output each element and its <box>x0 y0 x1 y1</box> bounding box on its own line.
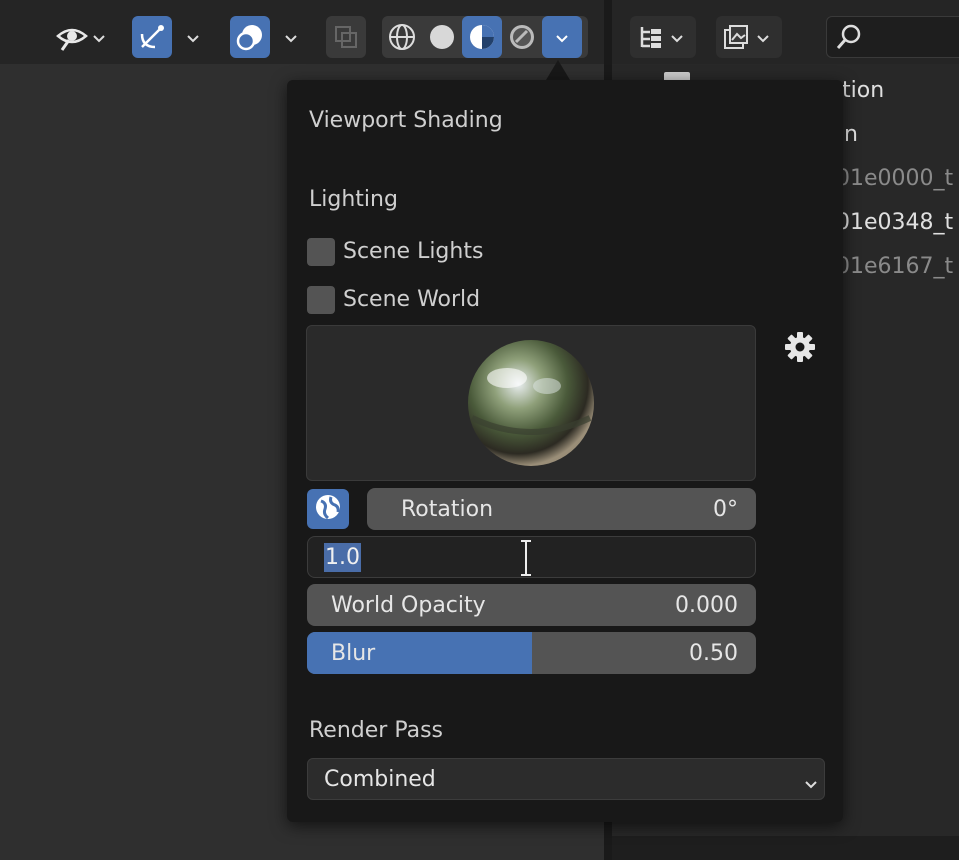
strength-input[interactable]: 1.0 <box>307 536 756 578</box>
outliner-row[interactable]: n <box>844 122 858 147</box>
search-input[interactable] <box>826 16 959 58</box>
image-filter-icon <box>716 23 756 51</box>
scene-world-checkbox[interactable] <box>307 286 335 314</box>
rotation-field[interactable]: Rotation 0° <box>367 488 756 530</box>
filter-dropdown[interactable] <box>716 16 782 58</box>
material-sphere-icon[interactable] <box>462 16 502 58</box>
render-pass-value: Combined <box>324 766 436 792</box>
outliner-row[interactable]: tion <box>842 78 884 103</box>
chevron-down-icon <box>92 30 106 44</box>
overlays-dropdown[interactable] <box>230 16 310 58</box>
world-opacity-field[interactable]: World Opacity 0.000 <box>307 584 756 626</box>
scene-lights-label[interactable]: Scene Lights <box>343 239 483 264</box>
lighting-heading: Lighting <box>309 187 398 212</box>
overlay-icon[interactable] <box>230 16 270 58</box>
chevron-down-icon <box>670 30 684 44</box>
hdri-sphere-preview <box>468 340 594 466</box>
popover-title: Viewport Shading <box>309 108 503 133</box>
render-pass-select[interactable]: Combined <box>307 758 825 800</box>
hdri-preview-selector[interactable] <box>306 325 756 481</box>
render-pass-heading: Render Pass <box>309 718 443 743</box>
shading-options-dropdown[interactable] <box>542 16 582 58</box>
xray-icon[interactable] <box>326 16 366 58</box>
outliner-display-icon <box>630 24 670 50</box>
gear-icon[interactable] <box>784 331 816 367</box>
outliner-row[interactable]: 01e0348_t <box>836 210 953 235</box>
world-opacity-label: World Opacity <box>331 592 486 618</box>
outliner-row[interactable]: 01e0000_t <box>836 166 953 191</box>
properties-header <box>612 836 959 860</box>
scene-lights-checkbox[interactable] <box>307 238 335 266</box>
chevron-down-icon <box>555 30 569 44</box>
blur-value: 0.50 <box>689 640 738 666</box>
display-mode-dropdown[interactable] <box>630 16 696 58</box>
rotation-label: Rotation <box>401 496 494 522</box>
blur-label: Blur <box>331 640 376 666</box>
xray-toggle[interactable] <box>326 16 366 58</box>
blender-window: tion n 01e0000_t 01e0348_t 01e6167_t Vie… <box>0 0 959 860</box>
chevron-down-icon <box>756 30 770 44</box>
rendered-sphere-icon[interactable] <box>502 16 542 58</box>
chevron-down-icon <box>284 30 298 44</box>
scene-world-label[interactable]: Scene World <box>343 287 480 312</box>
visibility-dropdown[interactable] <box>52 16 118 58</box>
blur-slider[interactable]: Blur 0.50 <box>307 632 756 674</box>
wireframe-sphere-icon[interactable] <box>382 16 422 58</box>
solid-sphere-icon[interactable] <box>422 16 462 58</box>
strength-value: 1.0 <box>324 543 361 572</box>
shading-mode-group <box>382 16 588 58</box>
rotation-value: 0° <box>713 496 738 522</box>
popover-arrow <box>546 60 570 80</box>
world-opacity-value: 0.000 <box>675 592 738 618</box>
search-icon <box>827 23 871 51</box>
chevron-down-icon <box>186 30 200 44</box>
gizmo-dropdown[interactable] <box>132 16 212 58</box>
outliner-row[interactable]: 01e6167_t <box>836 254 953 279</box>
world-icon <box>313 492 343 526</box>
eye-icon <box>52 22 92 52</box>
text-cursor-icon <box>518 539 534 583</box>
gizmo-icon[interactable] <box>132 16 172 58</box>
chevron-down-icon <box>804 772 818 789</box>
world-space-lighting-toggle[interactable] <box>307 489 349 529</box>
